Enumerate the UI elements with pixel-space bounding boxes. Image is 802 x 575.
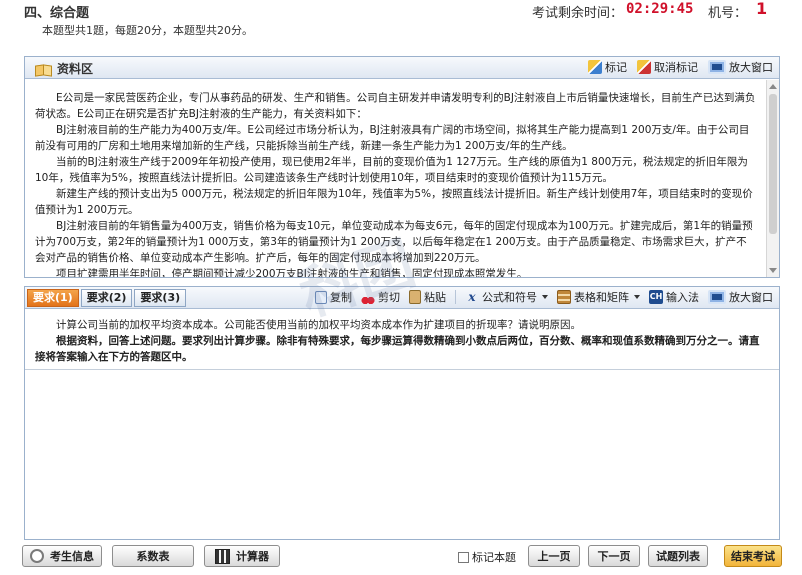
data-panel-header: 资料区 标记 取消标记 放大窗口: [25, 57, 779, 79]
calculator-icon: [215, 548, 230, 564]
data-scrollbar[interactable]: [766, 80, 779, 277]
answer-area: [25, 369, 779, 539]
tab-requirement-1[interactable]: 要求(1): [27, 289, 79, 307]
keyboard-icon: CH: [649, 290, 663, 304]
next-page-button[interactable]: 下一页: [588, 545, 640, 567]
scroll-thumb[interactable]: [769, 94, 777, 234]
editor-toolbar: 复制 剪切 粘贴 x 公式和符号 表格和矩阵 CH 输入法 放大窗口: [315, 289, 773, 305]
clipboard-icon: [409, 290, 421, 304]
calculator-button[interactable]: 计算器: [204, 545, 280, 567]
calculator-label: 计算器: [236, 550, 269, 563]
bottom-toolbar: 考生信息 系数表 计算器 标记本题 上一页 下一页 试题列表 结束考试: [0, 541, 802, 575]
question-instruction: 根据资料，回答上述问题。要求列出计算步骤。除非有特殊要求，每步骤运算得数精确到小…: [35, 335, 760, 363]
window-icon: [708, 60, 726, 74]
chevron-down-icon: [542, 295, 548, 299]
unmark-button-label: 取消标记: [654, 61, 698, 74]
question-text: 计算公司当前的加权平均资本成本。公司能否使用当前的加权平均资本成本作为扩建项目的…: [35, 317, 769, 365]
enlarge-data-window-label: 放大窗口: [729, 61, 773, 74]
answer-panel-header: 要求(1) 要求(2) 要求(3) 复制 剪切 粘贴 x 公式和符号 表格和矩阵…: [25, 287, 779, 309]
chevron-down-icon: [634, 295, 640, 299]
coefficient-table-button[interactable]: 系数表: [112, 545, 194, 567]
mark-question-label: 标记本题: [472, 551, 516, 564]
unmark-button[interactable]: 取消标记: [637, 59, 698, 75]
question-requirement: 计算公司当前的加权平均资本成本。公司能否使用当前的加权平均资本成本作为扩建项目的…: [56, 319, 581, 331]
timer-value: 02:29:45: [626, 1, 694, 17]
data-content: E公司是一家民营医药企业，专门从事药品的研发、生产和销售。公司自主研发并申请发明…: [25, 80, 765, 277]
copy-label: 复制: [330, 291, 352, 304]
data-paragraph: 新建生产线的预计支出为5 000万元，税法规定的折旧年限为10年，残值率为5%，…: [35, 188, 753, 216]
copy-icon: [315, 290, 327, 304]
data-paragraph: 项目扩建需用半年时间，停产期间预计减少200万支BJ注射液的生产和销售，固定付现…: [56, 268, 528, 277]
data-panel-actions: 标记 取消标记 放大窗口: [588, 59, 773, 75]
data-paragraph: E公司是一家民营医药企业，专门从事药品的研发、生产和销售。公司自主研发并申请发明…: [35, 92, 756, 120]
toolbar-divider: [455, 290, 456, 304]
data-panel-title-text: 资料区: [57, 62, 94, 76]
data-panel: 资料区 标记 取消标记 放大窗口 E公司是一家民营医药企业，专门从事药品的研发、…: [24, 56, 780, 278]
formula-icon: x: [468, 290, 476, 304]
paste-button[interactable]: 粘贴: [409, 289, 446, 305]
machine-number-value: 1: [756, 0, 768, 18]
coefficient-table-label: 系数表: [136, 550, 170, 563]
mark-pen-icon: [588, 60, 602, 74]
mark-question-checkbox[interactable]: 标记本题: [458, 549, 516, 565]
window-icon: [708, 290, 726, 304]
unmark-pen-icon: [637, 60, 651, 74]
data-paragraph: 当前的BJ注射液生产线于2009年年初投产使用，现已使用2年半，目前的变现价值为…: [35, 156, 748, 184]
mark-button-label: 标记: [605, 61, 627, 74]
section-description: 本题型共1题，每题20分，本题型共20分。: [42, 24, 253, 37]
answer-panel: 要求(1) 要求(2) 要求(3) 复制 剪切 粘贴 x 公式和符号 表格和矩阵…: [24, 286, 780, 540]
examinee-info-button[interactable]: 考生信息: [22, 545, 102, 567]
data-paragraph: BJ注射液目前的生产能力为400万支/年。E公司经过市场分析认为，BJ注射液具有…: [35, 124, 750, 152]
mark-button[interactable]: 标记: [588, 59, 627, 75]
scissors-icon: [361, 290, 375, 304]
book-icon: [35, 63, 51, 75]
tab-requirement-3[interactable]: 要求(3): [134, 289, 187, 307]
answer-input[interactable]: [25, 370, 779, 539]
machine-number-label: 机号：: [708, 6, 748, 21]
exam-header: 四、综合题 本题型共1题，每题20分，本题型共20分。 考试剩余时间： 02:2…: [0, 0, 802, 52]
question-list-button[interactable]: 试题列表: [648, 545, 708, 567]
table-dropdown[interactable]: 表格和矩阵: [557, 289, 640, 305]
prev-page-button[interactable]: 上一页: [528, 545, 580, 567]
cut-label: 剪切: [378, 291, 400, 304]
table-icon: [557, 290, 571, 304]
user-icon: [30, 549, 44, 563]
data-panel-title: 资料区: [35, 60, 93, 77]
table-label: 表格和矩阵: [574, 291, 629, 304]
section-title: 四、综合题: [24, 6, 90, 21]
enlarge-answer-window-label: 放大窗口: [729, 291, 773, 304]
scroll-down-arrow-icon[interactable]: [769, 268, 777, 273]
input-method-label: 输入法: [666, 291, 699, 304]
copy-button[interactable]: 复制: [315, 289, 352, 305]
scroll-up-arrow-icon[interactable]: [769, 84, 777, 89]
tab-requirement-2[interactable]: 要求(2): [80, 289, 133, 307]
data-paragraph: BJ注射液目前的年销售量为400万支，销售价格为每支10元，单位变动成本为每支6…: [35, 220, 753, 264]
end-exam-button[interactable]: 结束考试: [724, 545, 782, 567]
enlarge-data-window-button[interactable]: 放大窗口: [708, 59, 773, 75]
formula-label: 公式和符号: [482, 291, 537, 304]
requirement-tabs: 要求(1) 要求(2) 要求(3): [27, 289, 187, 307]
input-method-button[interactable]: CH 输入法: [649, 289, 699, 305]
examinee-info-label: 考生信息: [50, 550, 94, 563]
formula-dropdown[interactable]: x 公式和符号: [465, 289, 548, 305]
paste-label: 粘贴: [424, 291, 446, 304]
cut-button[interactable]: 剪切: [361, 289, 400, 305]
enlarge-answer-window-button[interactable]: 放大窗口: [708, 289, 773, 305]
timer-label: 考试剩余时间：: [532, 6, 624, 21]
checkbox-icon[interactable]: [458, 551, 469, 563]
